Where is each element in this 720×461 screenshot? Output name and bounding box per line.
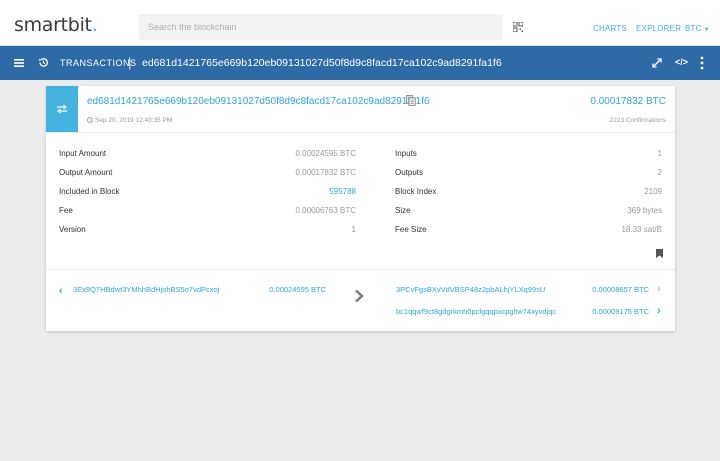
output-amount: 0.00009175 BTC	[592, 307, 649, 316]
input-amount-label: Input Amount	[59, 149, 107, 158]
outputs-label: Outputs	[395, 168, 424, 177]
output-amount-label: Output Amount	[59, 168, 113, 177]
fee-size-label: Fee Size	[395, 225, 427, 234]
title-separator: |	[128, 55, 132, 70]
logo-dot: .	[91, 14, 98, 36]
nav-explorer-link[interactable]: EXPLORER	[636, 24, 681, 33]
copy-icon[interactable]	[406, 95, 416, 106]
fee-size-value: 18.33 sat/B	[621, 225, 662, 234]
currency-dropdown[interactable]: BTC ▼	[685, 24, 710, 33]
input-amount: 0.00024595 BTC	[269, 285, 326, 294]
transaction-card: ed681d1421765e669b120eb09131027d50f8d9c8…	[46, 86, 675, 331]
block-index-value: 2109	[644, 187, 662, 196]
size-label: Size	[395, 206, 411, 215]
card-divider	[46, 132, 675, 133]
more-vertical-icon[interactable]	[700, 56, 704, 70]
code-icon[interactable]: </>	[675, 57, 688, 67]
version-label: Version	[59, 225, 86, 234]
output-amount-value: 0.00017832 BTC	[295, 168, 357, 177]
nav-charts-link[interactable]: CHARTS	[593, 24, 627, 33]
output-address-link[interactable]: bc1qqwf9ct8gdgrkmh0pclgqqpxcpgltw74xyvdj…	[396, 307, 556, 316]
section-bar: TRANSACTIONS | ed681d1421765e669b120eb09…	[0, 46, 720, 80]
size-value: 369 bytes	[627, 206, 662, 215]
qr-code-icon[interactable]	[513, 22, 523, 32]
clock-icon	[87, 117, 93, 123]
search-input[interactable]	[139, 14, 503, 40]
transaction-amount: 0.00017832 BTC	[590, 96, 666, 107]
menu-icon[interactable]	[14, 58, 24, 68]
transaction-time-text: Sep 20, 2019 12:43:35 PM	[95, 117, 173, 124]
transaction-hash-link[interactable]: ed681d1421765e669b120eb09131027d50f8d9c8…	[87, 96, 430, 107]
block-index-label: Block Index	[395, 187, 437, 196]
block-label: Included in Block	[59, 187, 120, 196]
inputs-label: Inputs	[395, 149, 417, 158]
input-amount-value: 0.00024595 BTC	[295, 149, 357, 158]
block-height-link[interactable]: 595788	[329, 187, 356, 196]
transaction-type-badge	[46, 86, 78, 132]
logo-text: smartbit	[14, 14, 92, 36]
swap-icon	[57, 104, 67, 114]
inputs-value: 1	[657, 149, 662, 158]
output-address-link[interactable]: 3PCvFgsBXvVdVBSP48z2pbALhjYLXq99sU	[396, 285, 545, 294]
fee-label: Fee	[59, 206, 73, 215]
input-address-link[interactable]: 3Ex9Q7HBdwt3YMhhBdHjohBS5o7vdPcxoj	[73, 285, 219, 294]
logo[interactable]: smartbit.	[14, 14, 98, 36]
bar-tx-hash: ed681d1421765e669b120eb09131027d50f8d9c8…	[142, 57, 502, 69]
caret-down-icon: ▼	[703, 27, 710, 33]
fee-value: 0.00006763 BTC	[295, 206, 357, 215]
transaction-time: Sep 20, 2019 12:43:35 PM	[87, 117, 172, 124]
output-amount: 0.00008657 BTC	[592, 285, 649, 294]
confirmations-count: 2223 Confirmations	[609, 117, 666, 124]
expand-icon[interactable]	[652, 58, 662, 68]
currency-label: BTC	[685, 24, 702, 33]
output-chevron-icon[interactable]: ›	[657, 305, 661, 317]
arrow-right-icon	[355, 289, 364, 303]
history-icon[interactable]	[38, 57, 49, 68]
output-chevron-icon[interactable]: ›	[657, 283, 661, 295]
bookmark-icon[interactable]	[656, 249, 663, 258]
top-navbar: smartbit. CHARTS EXPLORER BTC▼	[0, 0, 720, 46]
previous-tx-chevron-icon[interactable]: ‹	[59, 285, 63, 297]
version-value: 1	[351, 225, 356, 234]
card-divider	[46, 269, 675, 270]
outputs-value: 2	[657, 168, 662, 177]
section-title: TRANSACTIONS	[60, 58, 137, 68]
